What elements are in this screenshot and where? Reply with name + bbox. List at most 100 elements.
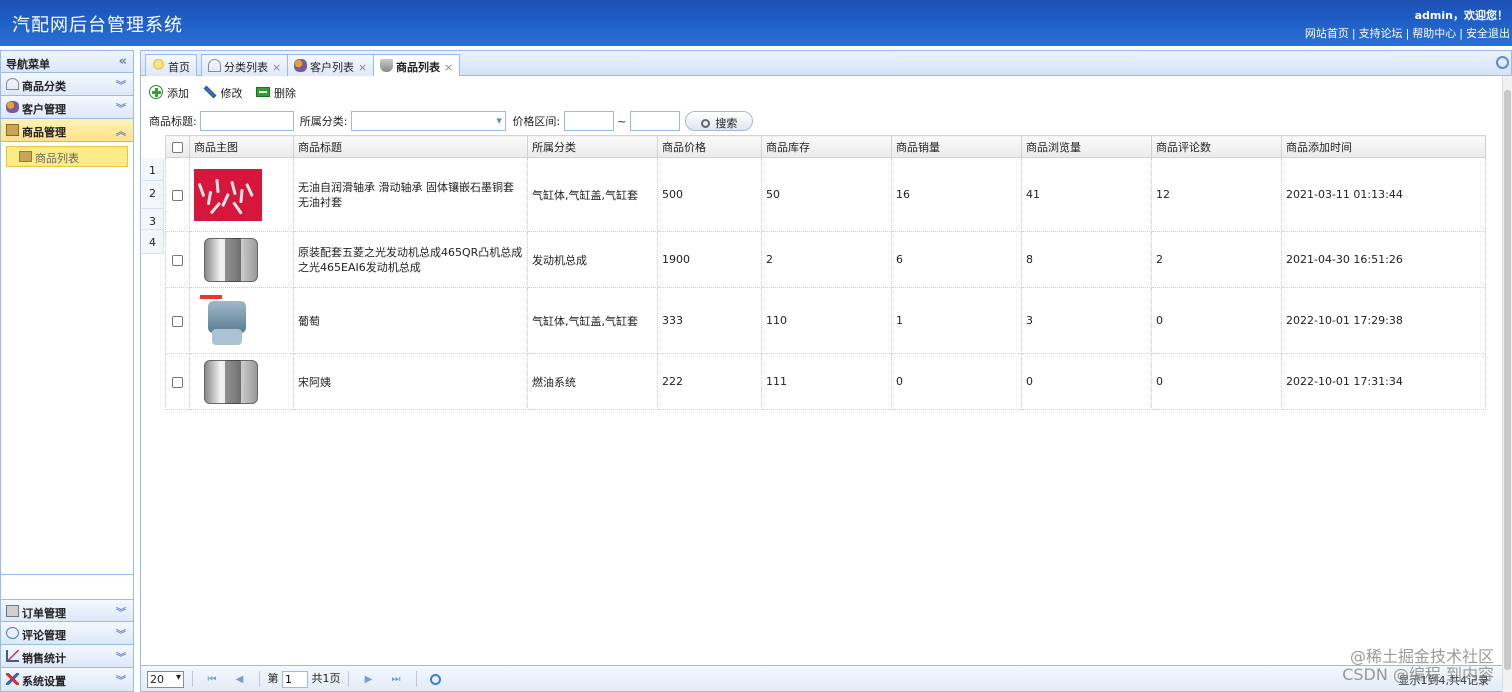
price-max-input[interactable] (629, 111, 680, 131)
nav-menu: 导航菜单 « 商品分类 ︾ 客户管理 ︾ 商品管理 ︽ 商品列表 订单管理 ︾ … (0, 50, 134, 692)
reload-icon[interactable] (430, 673, 441, 685)
vertical-scrollbar[interactable] (1502, 76, 1512, 692)
tab-label: 分类列表 (224, 61, 268, 74)
column-header[interactable]: 商品添加时间 (1281, 135, 1486, 158)
goods-category-cell: 气缸体,气缸盖,气缸套 (527, 287, 658, 354)
price-range-separator: ~ (617, 114, 627, 128)
collapse-left-icon[interactable]: « (119, 54, 127, 69)
column-header[interactable]: 所属分类 (527, 135, 658, 158)
row-checkbox[interactable] (172, 254, 183, 266)
goods-comments-cell: 12 (1151, 157, 1282, 232)
pagination-bar: 20 ⏮ ◀ 第 共1页 ▶ ⏭ 显示1到4,共4记录 (141, 665, 1503, 691)
goods-views-cell: 3 (1021, 287, 1152, 354)
cart-icon (380, 59, 393, 72)
link-logout[interactable]: 安全退出 (1466, 27, 1510, 40)
column-header[interactable]: 商品标题 (293, 135, 528, 158)
tab-customer-list[interactable]: 客户列表 × (287, 54, 375, 76)
column-header[interactable]: 商品库存 (761, 135, 892, 158)
link-help[interactable]: 帮助中心 (1412, 27, 1456, 40)
row-checkbox[interactable] (172, 376, 183, 388)
goods-sales-cell: 0 (891, 353, 1022, 410)
refresh-icon[interactable] (1496, 56, 1509, 69)
add-button[interactable]: 添加 (149, 85, 189, 101)
column-header[interactable]: 商品评论数 (1151, 135, 1282, 158)
goods-image-filter (200, 356, 268, 408)
category-icon (6, 78, 19, 90)
search-button[interactable]: 搜索 (685, 111, 754, 131)
pager-separator (259, 671, 260, 687)
comment-icon (6, 627, 19, 639)
select-all-cell (165, 135, 190, 158)
goods-image-sensor (200, 294, 268, 347)
add-button-label: 添加 (167, 87, 189, 100)
table-row[interactable]: 葡萄 气缸体,气缸盖,气缸套 333 110 1 3 0 2022-10-01 … (165, 287, 1486, 354)
goods-views-cell: 41 (1021, 157, 1152, 232)
nav-section-orders[interactable]: 订单管理 ︾ (1, 599, 133, 622)
column-header[interactable]: 商品价格 (657, 135, 762, 158)
edit-button[interactable]: 修改 (203, 85, 243, 101)
row-number: 3 (142, 209, 164, 230)
table-row[interactable]: 无油自润滑轴承 滑动轴承 固体镶嵌石墨铜套 无油衬套 气缸体,气缸盖,气缸套 5… (165, 157, 1486, 232)
goods-icon (6, 124, 19, 136)
prev-page-icon[interactable]: ◀ (234, 674, 246, 685)
nav-bottom-sections: 订单管理 ︾ 评论管理 ︾ 销售统计 ︾ 系统设置 ︾ (1, 599, 133, 691)
next-page-icon[interactable]: ▶ (363, 674, 375, 685)
goods-views-cell: 8 (1021, 231, 1152, 288)
goods-category-cell: 发动机总成 (527, 231, 658, 288)
category-select[interactable]: ▾ (350, 111, 506, 131)
close-icon[interactable]: × (272, 61, 281, 74)
welcome-text: admin，欢迎您！ (1414, 9, 1508, 22)
chevron-down-icon: ︾ (116, 81, 126, 92)
chevron-up-icon: ︽ (116, 127, 126, 138)
table-row[interactable]: 宋阿姨 燃油系统 222 111 0 0 0 2022-10-01 17:31:… (165, 353, 1486, 410)
delete-button[interactable]: 删除 (256, 85, 296, 101)
row-select-cell (165, 231, 190, 288)
search-bar: 商品标题: 所属分类: ▾ 价格区间: ~ 搜索 (149, 111, 754, 133)
pager-separator (348, 671, 349, 687)
nav-section-comments[interactable]: 评论管理 ︾ (1, 622, 133, 645)
nav-section-settings[interactable]: 系统设置 ︾ (1, 668, 133, 691)
row-select-cell (165, 353, 190, 410)
goods-comments-cell: 0 (1151, 353, 1282, 410)
nav-title: 导航菜单 « (1, 51, 133, 73)
row-checkbox[interactable] (172, 315, 183, 327)
nav-section-goods[interactable]: 商品管理 ︽ (1, 119, 133, 142)
goods-time-cell: 2021-03-11 01:13:44 (1281, 157, 1486, 232)
tab-goods-list[interactable]: 商品列表 × (373, 54, 461, 77)
chevron-down-icon: ︾ (116, 676, 126, 687)
page-number-input[interactable] (282, 670, 308, 688)
first-page-icon[interactable]: ⏮ (206, 674, 218, 685)
row-number: 4 (142, 230, 164, 254)
nav-section-stats[interactable]: 销售统计 ︾ (1, 645, 133, 668)
close-icon[interactable]: × (444, 61, 453, 74)
link-home[interactable]: 网站首页 (1305, 27, 1349, 40)
page-size-select[interactable]: 20 (147, 670, 184, 688)
last-page-icon[interactable]: ⏭ (390, 674, 402, 685)
table-row[interactable]: 原装配套五菱之光发动机总成465QR凸机总成之光465EAI6发动机总成 发动机… (165, 231, 1486, 288)
price-min-input[interactable] (563, 111, 614, 131)
tab-home[interactable]: 首页 (145, 54, 197, 76)
tab-category-list[interactable]: 分类列表 × (201, 54, 289, 76)
settings-icon (6, 673, 19, 685)
goods-sales-cell: 6 (891, 231, 1022, 288)
table-header-row: 商品主图 商品标题 所属分类 商品价格 商品库存 商品销量 商品浏览量 商品评论… (165, 135, 1486, 158)
title-input[interactable] (200, 111, 295, 131)
header-links: 网站首页 | 支持论坛 | 帮助中心 | 安全退出 (1305, 25, 1510, 41)
pager-separator (415, 671, 417, 687)
column-header[interactable]: 商品浏览量 (1021, 135, 1152, 158)
search-button-label: 搜索 (715, 117, 738, 130)
row-select-cell (165, 287, 190, 354)
scrollbar-thumb[interactable] (1504, 90, 1511, 670)
column-header[interactable]: 商品销量 (891, 135, 1022, 158)
close-icon[interactable]: × (358, 61, 367, 74)
goods-category-cell: 燃油系统 (527, 353, 658, 410)
goods-stock-cell: 110 (761, 287, 892, 354)
row-checkbox[interactable] (172, 189, 183, 201)
goods-price-cell: 333 (657, 287, 762, 354)
select-all-checkbox[interactable] (172, 141, 183, 153)
link-forum[interactable]: 支持论坛 (1359, 27, 1403, 40)
nav-section-customers[interactable]: 客户管理 ︾ (1, 96, 133, 119)
nav-section-category[interactable]: 商品分类 ︾ (1, 73, 133, 96)
column-header[interactable]: 商品主图 (189, 135, 294, 158)
nav-item-goods-list[interactable]: 商品列表 (6, 146, 128, 167)
